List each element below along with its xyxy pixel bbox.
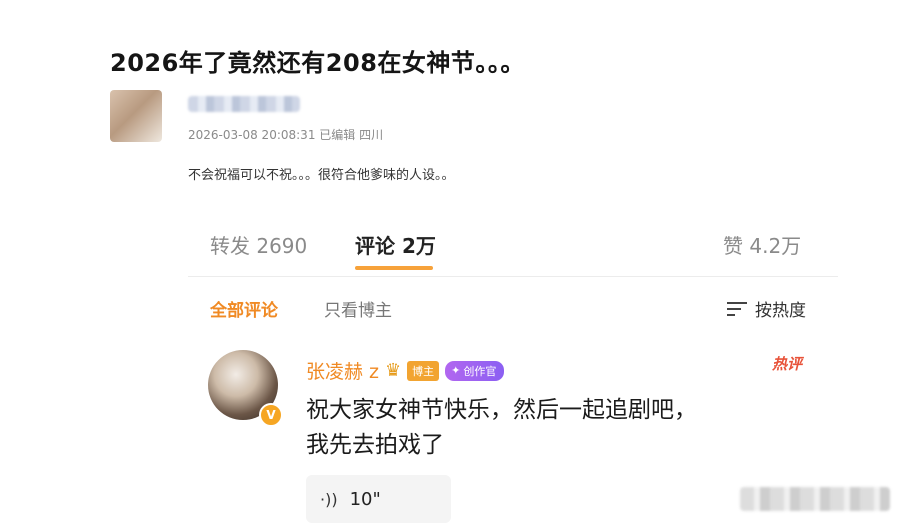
poster-name-blurred[interactable] xyxy=(188,96,300,112)
poster-avatar[interactable] xyxy=(110,90,162,142)
voice-wave-icon: ·)) xyxy=(320,489,338,509)
creator-badge-label: 创作官 xyxy=(463,364,497,378)
creator-icon: ✦ xyxy=(451,364,461,377)
tab-repost[interactable]: 转发 2690 xyxy=(210,230,307,259)
post-title: 2026年了竟然还有208在女神节。。。 xyxy=(110,49,525,77)
filter-author-only[interactable]: 只看博主 xyxy=(324,296,392,321)
sort-button[interactable]: 按热度 xyxy=(727,296,806,321)
voice-message[interactable]: ·)) 10" xyxy=(306,475,451,523)
crown-icon: ♛ xyxy=(385,360,402,381)
commenter-header: 张凌赫 z ♛ 博主 ✦ 创作官 xyxy=(306,357,505,384)
filter-all-comments[interactable]: 全部评论 xyxy=(210,296,278,321)
sort-lines-icon xyxy=(727,301,747,317)
hot-comment-label: 热评 xyxy=(772,355,803,373)
comment-line-2: 我先去拍戏了 xyxy=(306,432,444,458)
divider xyxy=(188,276,838,277)
blogger-badge: 博主 xyxy=(407,360,440,381)
watermark-blurred xyxy=(740,487,890,511)
post-body: 不会祝福可以不祝。。。很符合他爹味的人设。。 xyxy=(188,168,455,183)
comment-text: 祝大家女神节快乐，然后一起追剧吧， 我先去拍戏了 xyxy=(306,393,826,463)
active-tab-indicator xyxy=(355,266,433,270)
sort-label: 按热度 xyxy=(755,301,806,321)
post-meta: 2026-03-08 20:08:31 已编辑 四川 xyxy=(188,128,384,142)
creator-badge: ✦ 创作官 xyxy=(445,360,505,381)
verified-v-icon: V xyxy=(259,403,283,427)
voice-length: 10" xyxy=(349,488,381,510)
tab-comments[interactable]: 评论 2万 xyxy=(355,230,436,259)
comment-line-1: 祝大家女神节快乐，然后一起追剧吧， xyxy=(306,397,697,423)
tab-likes[interactable]: 赞 4.2万 xyxy=(723,230,801,259)
commenter-name[interactable]: 张凌赫 z xyxy=(306,357,379,384)
